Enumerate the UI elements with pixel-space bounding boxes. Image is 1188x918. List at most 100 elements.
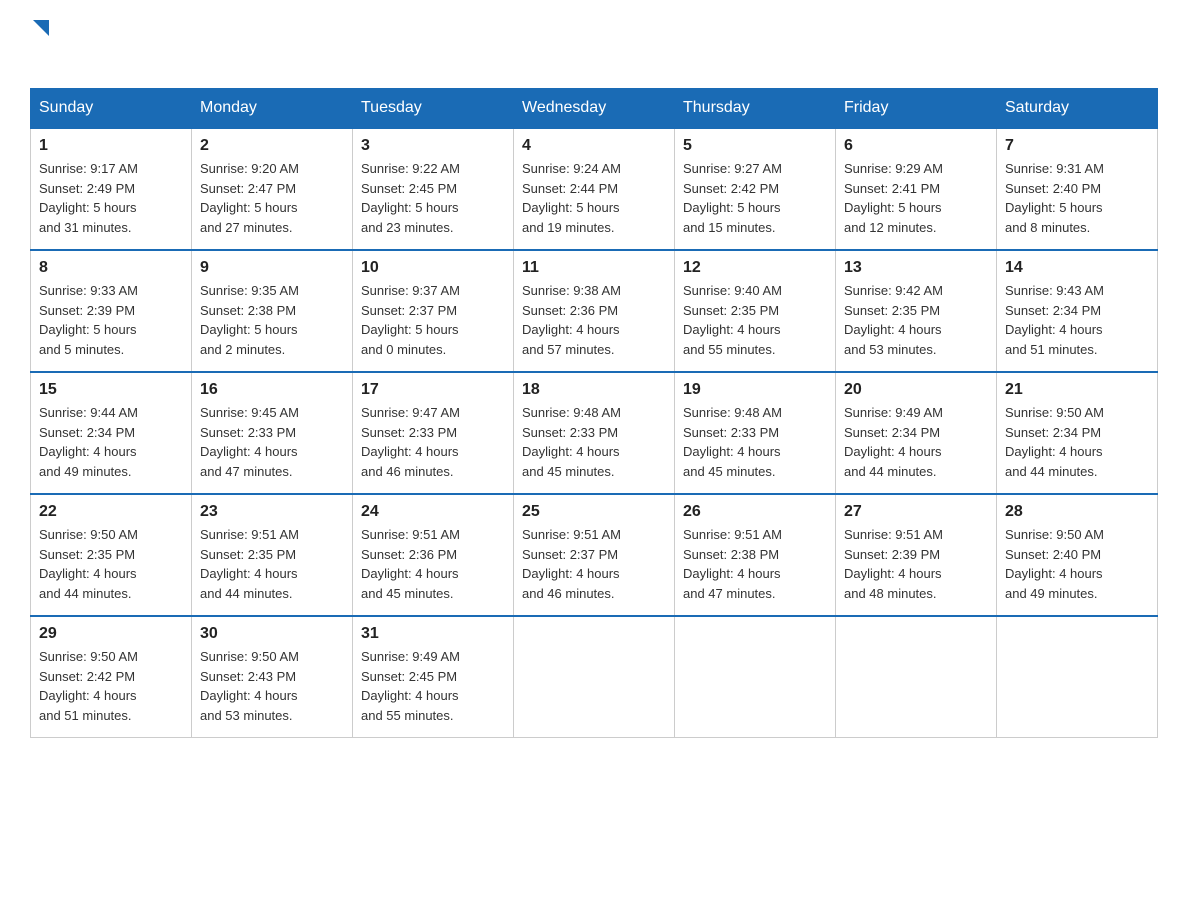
day-info: Sunrise: 9:29 AM Sunset: 2:41 PM Dayligh… <box>844 159 988 237</box>
calendar-cell: 10 Sunrise: 9:37 AM Sunset: 2:37 PM Dayli… <box>353 250 514 372</box>
calendar-cell: 29 Sunrise: 9:50 AM Sunset: 2:42 PM Dayli… <box>31 616 192 738</box>
column-header-friday: Friday <box>836 89 997 129</box>
calendar-cell <box>514 616 675 738</box>
day-info: Sunrise: 9:49 AM Sunset: 2:34 PM Dayligh… <box>844 403 988 481</box>
day-number: 9 <box>200 259 344 277</box>
calendar-cell <box>675 616 836 738</box>
calendar-cell: 4Sunrise: 9:24 AM Sunset: 2:44 PM Daylig… <box>514 128 675 250</box>
day-number: 25 <box>522 503 666 521</box>
day-info: Sunrise: 9:35 AM Sunset: 2:38 PM Dayligh… <box>200 281 344 359</box>
day-number: 2 <box>200 137 344 155</box>
column-header-thursday: Thursday <box>675 89 836 129</box>
calendar-cell: 26Sunrise: 9:51 AM Sunset: 2:38 PM Dayli… <box>675 494 836 616</box>
day-number: 6 <box>844 137 988 155</box>
day-number: 16 <box>200 381 344 399</box>
day-number: 3 <box>361 137 505 155</box>
day-number: 1 <box>39 137 183 155</box>
calendar-cell: 25 Sunrise: 9:51 AM Sunset: 2:37 PM Dayli… <box>514 494 675 616</box>
calendar-cell: 14 Sunrise: 9:43 AM Sunset: 2:34 PM Dayli… <box>997 250 1158 372</box>
day-info: Sunrise: 9:43 AM Sunset: 2:34 PM Dayligh… <box>1005 281 1149 359</box>
day-number: 18 <box>522 381 666 399</box>
calendar-cell <box>836 616 997 738</box>
calendar-cell: 8 Sunrise: 9:33 AM Sunset: 2:39 PM Daylig… <box>31 250 192 372</box>
calendar-week-1: 1Sunrise: 9:17 AM Sunset: 2:49 PM Daylig… <box>31 128 1158 250</box>
calendar-week-3: 15 Sunrise: 9:44 AM Sunset: 2:34 PM Dayli… <box>31 372 1158 494</box>
calendar-cell: 16 Sunrise: 9:45 AM Sunset: 2:33 PM Dayli… <box>192 372 353 494</box>
day-info: Sunrise: 9:51 AM Sunset: 2:38 PM Dayligh… <box>683 525 827 603</box>
calendar-table: SundayMondayTuesdayWednesdayThursdayFrid… <box>30 88 1158 738</box>
calendar-cell: 3 Sunrise: 9:22 AM Sunset: 2:45 PM Daylig… <box>353 128 514 250</box>
day-info: Sunrise: 9:44 AM Sunset: 2:34 PM Dayligh… <box>39 403 183 481</box>
day-number: 10 <box>361 259 505 277</box>
calendar-week-2: 8 Sunrise: 9:33 AM Sunset: 2:39 PM Daylig… <box>31 250 1158 372</box>
calendar-cell: 5 Sunrise: 9:27 AM Sunset: 2:42 PM Daylig… <box>675 128 836 250</box>
calendar-cell: 2 Sunrise: 9:20 AM Sunset: 2:47 PM Daylig… <box>192 128 353 250</box>
calendar-cell: 30 Sunrise: 9:50 AM Sunset: 2:43 PM Dayli… <box>192 616 353 738</box>
column-header-saturday: Saturday <box>997 89 1158 129</box>
day-number: 27 <box>844 503 988 521</box>
column-header-sunday: Sunday <box>31 89 192 129</box>
day-info: Sunrise: 9:50 AM Sunset: 2:34 PM Dayligh… <box>1005 403 1149 481</box>
column-header-tuesday: Tuesday <box>353 89 514 129</box>
day-number: 19 <box>683 381 827 399</box>
day-info: Sunrise: 9:51 AM Sunset: 2:37 PM Dayligh… <box>522 525 666 603</box>
calendar-cell: 13 Sunrise: 9:42 AM Sunset: 2:35 PM Dayli… <box>836 250 997 372</box>
calendar-cell: 21 Sunrise: 9:50 AM Sunset: 2:34 PM Dayli… <box>997 372 1158 494</box>
column-header-monday: Monday <box>192 89 353 129</box>
day-number: 13 <box>844 259 988 277</box>
logo <box>30 20 49 68</box>
day-info: Sunrise: 9:20 AM Sunset: 2:47 PM Dayligh… <box>200 159 344 237</box>
calendar-cell: 17 Sunrise: 9:47 AM Sunset: 2:33 PM Dayli… <box>353 372 514 494</box>
day-info: Sunrise: 9:22 AM Sunset: 2:45 PM Dayligh… <box>361 159 505 237</box>
day-number: 5 <box>683 137 827 155</box>
day-number: 28 <box>1005 503 1149 521</box>
day-number: 21 <box>1005 381 1149 399</box>
calendar-cell: 24Sunrise: 9:51 AM Sunset: 2:36 PM Dayli… <box>353 494 514 616</box>
day-number: 20 <box>844 381 988 399</box>
calendar-cell: 1Sunrise: 9:17 AM Sunset: 2:49 PM Daylig… <box>31 128 192 250</box>
calendar-cell: 27Sunrise: 9:51 AM Sunset: 2:39 PM Dayli… <box>836 494 997 616</box>
day-number: 17 <box>361 381 505 399</box>
calendar-cell: 22 Sunrise: 9:50 AM Sunset: 2:35 PM Dayli… <box>31 494 192 616</box>
day-info: Sunrise: 9:48 AM Sunset: 2:33 PM Dayligh… <box>522 403 666 481</box>
day-info: Sunrise: 9:51 AM Sunset: 2:36 PM Dayligh… <box>361 525 505 603</box>
calendar-cell: 11 Sunrise: 9:38 AM Sunset: 2:36 PM Dayli… <box>514 250 675 372</box>
day-number: 15 <box>39 381 183 399</box>
day-info: Sunrise: 9:50 AM Sunset: 2:43 PM Dayligh… <box>200 647 344 725</box>
page-header <box>30 20 1158 68</box>
day-info: Sunrise: 9:45 AM Sunset: 2:33 PM Dayligh… <box>200 403 344 481</box>
calendar-cell: 9 Sunrise: 9:35 AM Sunset: 2:38 PM Daylig… <box>192 250 353 372</box>
day-info: Sunrise: 9:40 AM Sunset: 2:35 PM Dayligh… <box>683 281 827 359</box>
day-number: 11 <box>522 259 666 277</box>
day-info: Sunrise: 9:31 AM Sunset: 2:40 PM Dayligh… <box>1005 159 1149 237</box>
day-number: 7 <box>1005 137 1149 155</box>
day-info: Sunrise: 9:38 AM Sunset: 2:36 PM Dayligh… <box>522 281 666 359</box>
day-info: Sunrise: 9:37 AM Sunset: 2:37 PM Dayligh… <box>361 281 505 359</box>
day-info: Sunrise: 9:50 AM Sunset: 2:35 PM Dayligh… <box>39 525 183 603</box>
day-info: Sunrise: 9:27 AM Sunset: 2:42 PM Dayligh… <box>683 159 827 237</box>
calendar-week-4: 22 Sunrise: 9:50 AM Sunset: 2:35 PM Dayli… <box>31 494 1158 616</box>
calendar-cell: 15 Sunrise: 9:44 AM Sunset: 2:34 PM Dayli… <box>31 372 192 494</box>
day-info: Sunrise: 9:47 AM Sunset: 2:33 PM Dayligh… <box>361 403 505 481</box>
day-info: Sunrise: 9:51 AM Sunset: 2:35 PM Dayligh… <box>200 525 344 603</box>
day-number: 4 <box>522 137 666 155</box>
calendar-cell: 19 Sunrise: 9:48 AM Sunset: 2:33 PM Dayli… <box>675 372 836 494</box>
day-info: Sunrise: 9:48 AM Sunset: 2:33 PM Dayligh… <box>683 403 827 481</box>
day-number: 30 <box>200 625 344 643</box>
column-header-wednesday: Wednesday <box>514 89 675 129</box>
day-number: 8 <box>39 259 183 277</box>
day-info: Sunrise: 9:50 AM Sunset: 2:40 PM Dayligh… <box>1005 525 1149 603</box>
day-number: 22 <box>39 503 183 521</box>
day-number: 12 <box>683 259 827 277</box>
day-number: 14 <box>1005 259 1149 277</box>
calendar-cell <box>997 616 1158 738</box>
calendar-header-row: SundayMondayTuesdayWednesdayThursdayFrid… <box>31 89 1158 129</box>
day-number: 29 <box>39 625 183 643</box>
calendar-cell: 6 Sunrise: 9:29 AM Sunset: 2:41 PM Daylig… <box>836 128 997 250</box>
calendar-cell: 12 Sunrise: 9:40 AM Sunset: 2:35 PM Dayli… <box>675 250 836 372</box>
day-info: Sunrise: 9:42 AM Sunset: 2:35 PM Dayligh… <box>844 281 988 359</box>
calendar-cell: 23Sunrise: 9:51 AM Sunset: 2:35 PM Dayli… <box>192 494 353 616</box>
day-info: Sunrise: 9:50 AM Sunset: 2:42 PM Dayligh… <box>39 647 183 725</box>
day-info: Sunrise: 9:49 AM Sunset: 2:45 PM Dayligh… <box>361 647 505 725</box>
day-info: Sunrise: 9:33 AM Sunset: 2:39 PM Dayligh… <box>39 281 183 359</box>
